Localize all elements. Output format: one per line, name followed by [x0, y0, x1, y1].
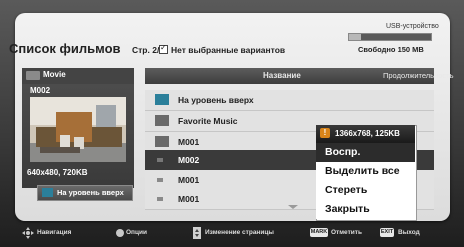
row-label: M001 — [178, 194, 200, 204]
popup-file-info: 1366x768, 125KB — [335, 129, 400, 138]
footer-exit-label: Выход — [398, 229, 420, 236]
movie-list-screen: Список фильмов Стр. 2/3 Нет выбранные ва… — [0, 0, 464, 247]
exit-key-badge: EXIT — [380, 228, 394, 237]
popup-item-label: Воспр. — [325, 146, 361, 158]
checkbox-icon — [159, 43, 168, 54]
navigation-arrows-icon — [22, 227, 34, 239]
folder-icon — [155, 136, 169, 147]
up-folder-icon — [155, 94, 169, 105]
popup-item-close[interactable]: Закрыть — [316, 200, 415, 219]
device-space-fill — [349, 34, 361, 40]
preview-thumbnail — [30, 97, 126, 162]
options-button-icon — [116, 229, 124, 237]
folder-icon — [155, 115, 169, 126]
popup-item-label: Закрыть — [325, 203, 370, 215]
footer-options-label: Опции — [126, 229, 147, 236]
no-selection-label: Нет выбранные вариантов — [171, 45, 286, 55]
footer-page-change-label: Изменение страницы — [205, 229, 274, 236]
footer-navigation-label: Навигация — [37, 229, 72, 236]
mark-key-badge: MARK — [310, 228, 328, 237]
list-row-up[interactable]: На уровень вверх — [145, 90, 434, 111]
popup-item-select-all[interactable]: Выделить все — [316, 162, 415, 181]
free-space-label: Свободно 150 MB — [358, 45, 424, 54]
movie-file-icon — [157, 158, 163, 162]
page-change-icon — [193, 227, 201, 239]
current-file-name: M002 — [30, 86, 51, 95]
row-label: Favorite Music — [178, 116, 238, 126]
up-folder-icon — [42, 188, 53, 197]
column-duration-header: Продолжительность — [383, 71, 454, 80]
section-label: Movie — [43, 70, 66, 79]
popup-item-delete[interactable]: Стереть — [316, 181, 415, 200]
preview-resolution-size: 640x480, 720KB — [27, 168, 88, 177]
footer-mark-label: Отметить — [331, 229, 362, 236]
popup-item-play[interactable]: Воспр. — [316, 143, 415, 162]
movie-icon — [26, 71, 40, 80]
page-title: Список фильмов — [9, 41, 121, 56]
usb-device-label: USB-устройство — [386, 23, 439, 30]
movie-file-icon — [157, 178, 163, 182]
movie-file-icon — [157, 197, 163, 201]
column-name-header: Название — [263, 71, 301, 80]
scroll-down-icon[interactable] — [288, 205, 298, 209]
up-level-button-label: На уровень вверх — [57, 188, 124, 197]
popup-item-label: Выделить все — [325, 165, 400, 177]
row-label: M001 — [178, 175, 200, 185]
warning-icon: ! — [320, 128, 330, 138]
row-label: На уровень вверх — [178, 95, 254, 105]
row-label: M002 — [178, 155, 200, 165]
popup-item-label: Стереть — [325, 184, 368, 196]
row-label: M001 — [178, 137, 200, 147]
